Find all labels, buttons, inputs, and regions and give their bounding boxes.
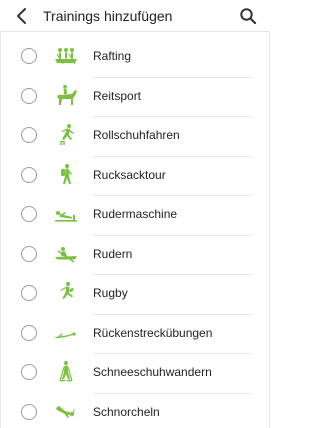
radio-button[interactable] [21,87,37,104]
back-extension-icon [55,331,76,338]
snowshoeing-icon [59,361,73,382]
radio-button[interactable] [21,166,37,183]
search-icon[interactable] [239,7,257,25]
item-label: Rudermaschine [93,207,178,221]
radio-button[interactable] [21,48,37,64]
page-title: Trainings hinzufügen [43,8,173,24]
backpacking-icon [61,163,72,184]
list-item-rueckenstreckuebungen[interactable]: Rückenstreckübungen [0,315,270,354]
radio-button[interactable] [21,403,37,420]
rowing-icon [55,246,77,263]
radio-button[interactable] [21,245,37,262]
list-item-rudermaschine[interactable]: Rudermaschine [0,196,270,236]
item-label: Rudern [93,246,133,261]
rowing-machine-icon [55,211,77,222]
radio-button[interactable] [21,364,37,380]
item-label: Reitsport [93,88,142,103]
item-label: Schneeschuhwandern [93,365,212,379]
item-label: Schnorcheln [93,404,160,419]
item-label: Rollschuhfahren [93,128,180,142]
radio-button[interactable] [21,285,37,301]
app-header: Trainings hinzufügen [0,0,270,32]
list-item-reitsport[interactable]: Reitsport [0,78,270,117]
list-item-rugby[interactable]: Rugby [0,275,270,315]
radio-button[interactable] [21,206,37,222]
list-item-rafting[interactable]: Rafting [0,38,270,78]
roller-skating-icon [60,124,74,145]
list-item-schnorcheln[interactable]: Schnorcheln [0,394,270,428]
snorkeling-icon [56,405,75,418]
item-label: Rucksacktour [93,167,166,182]
back-arrow-icon[interactable] [12,6,32,26]
list-item-rudern[interactable]: Rudern [0,236,270,275]
list-item-rucksacktour[interactable]: Rucksacktour [0,157,270,196]
radio-button[interactable] [21,127,37,143]
horse-riding-icon [57,84,77,105]
rafting-icon [55,48,77,65]
list-item-schneeschuhwandern[interactable]: Schneeschuhwandern [0,354,270,394]
radio-button[interactable] [21,324,37,341]
item-label: Rafting [93,49,132,63]
list-item-rollschuhfahren[interactable]: Rollschuhfahren [0,117,270,157]
item-label: Rückenstreckübungen [93,325,213,340]
screen: Trainings hinzufügen Rafting Reitsport R… [0,0,270,428]
training-list: Rafting Reitsport Rollschuhfahren Rucksa… [0,38,270,428]
rugby-icon [60,282,74,299]
item-label: Rugby [93,286,128,300]
